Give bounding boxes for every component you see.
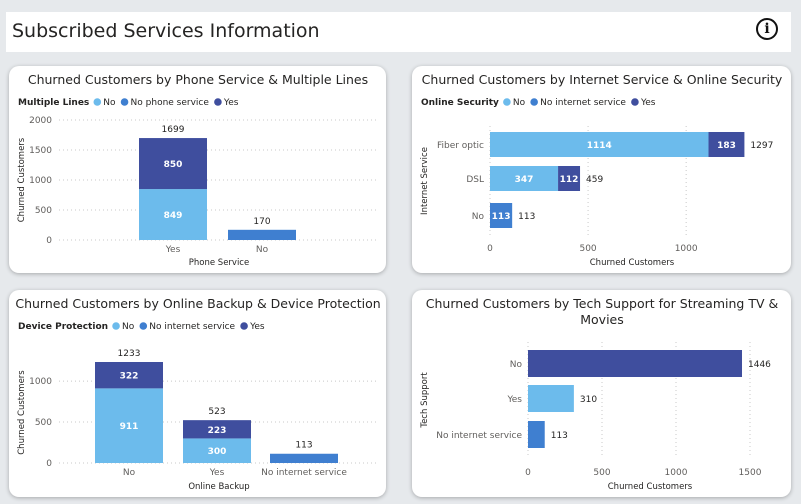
total-label: 1297 — [750, 141, 773, 151]
y-tick-label: 500 — [35, 418, 52, 428]
x-tick-label: No — [256, 245, 269, 255]
y-tick-label: 1000 — [29, 176, 52, 186]
x-axis-label: Phone Service — [189, 258, 249, 268]
x-tick-label: 1000 — [665, 468, 688, 478]
x-tick-label: Yes — [209, 468, 225, 478]
legend-label-no: No — [103, 98, 116, 108]
segment-label: 1114 — [587, 141, 612, 151]
bar-no-no-phone-service — [228, 229, 296, 240]
legend-marker-no-internet-service — [530, 98, 538, 106]
chart-phone-service-multiple-lines: Churned Customers by Phone Service & Mul… — [9, 66, 386, 273]
legend-label-no-internet-service: No internet service — [540, 98, 626, 108]
legend-marker-no-phone-service — [120, 98, 129, 106]
legend-label-yes: Yes — [249, 322, 265, 332]
legend-label-no: No — [122, 322, 135, 332]
total-label: 113 — [295, 441, 312, 451]
segment-label: 322 — [120, 372, 139, 382]
segment-label: 300 — [208, 447, 227, 457]
chart-title: Movies — [580, 312, 624, 327]
segment-label: 223 — [208, 426, 227, 436]
bar-no — [528, 350, 743, 377]
x-tick-label: 0 — [525, 468, 531, 478]
x-tick-label: 0 — [487, 244, 493, 254]
y-tick-label: 0 — [46, 236, 52, 246]
total-label: 113 — [551, 431, 568, 441]
x-tick-label: Yes — [165, 245, 181, 255]
y-tick-label: 1500 — [29, 146, 52, 156]
legend-marker-yes — [631, 98, 639, 106]
x-axis-label: Online Backup — [188, 482, 249, 492]
x-tick-label: 500 — [579, 244, 596, 254]
segment-label: 911 — [120, 422, 139, 432]
x-tick-label: 1000 — [675, 244, 698, 254]
y-tick-label: 1000 — [29, 377, 52, 387]
legend-marker-no-internet-service — [139, 322, 148, 330]
x-axis-label: Churned Customers — [590, 258, 675, 268]
y-tick-label: 2000 — [29, 116, 52, 126]
y-axis-label: Internet Service — [420, 147, 430, 215]
legend-label-yes: Yes — [223, 98, 239, 108]
info-icon[interactable]: i — [756, 18, 778, 40]
legend-title: Device Protection — [18, 322, 108, 332]
chart-online-backup-device-protection: Churned Customers by Online Backup & Dev… — [9, 290, 386, 497]
legend-title: Multiple Lines — [18, 98, 89, 108]
legend-label-no-phone-service: No phone service — [131, 98, 210, 108]
y-tick-label: No — [510, 360, 523, 370]
chart-internet-service-online-security: Churned Customers by Internet Service & … — [412, 66, 791, 273]
y-tick-label: DSL — [466, 175, 484, 185]
x-tick-label: 500 — [593, 468, 610, 478]
bar-no-internet-service — [528, 421, 545, 448]
legend-title: Online Security — [421, 98, 499, 108]
legend-label-no: No — [513, 98, 526, 108]
x-tick-label: No — [123, 468, 136, 478]
page-header: Subscribed Services Information — [6, 12, 791, 52]
total-label: 459 — [586, 175, 603, 185]
segment-label: 850 — [164, 160, 183, 170]
total-label: 113 — [518, 212, 535, 222]
chart-svg: Churned Customers by Online Backup & Dev… — [15, 296, 380, 492]
chart-svg: Churned Customers by Tech Support for St… — [420, 296, 779, 492]
page-title: Subscribed Services Information — [12, 20, 320, 42]
total-label: 170 — [253, 217, 270, 227]
y-tick-label: Fiber optic — [437, 141, 484, 151]
total-label: 1699 — [162, 125, 185, 135]
legend-marker-yes — [214, 98, 222, 106]
segment-label: 113 — [492, 212, 511, 222]
x-tick-label: 1500 — [739, 468, 762, 478]
segment-label: 347 — [515, 175, 534, 185]
total-label: 310 — [580, 395, 597, 405]
chart-tech-support-streaming: Churned Customers by Tech Support for St… — [412, 290, 791, 497]
legend-marker-no — [93, 98, 102, 106]
chart-title: Churned Customers by Phone Service & Mul… — [28, 72, 368, 87]
y-tick-label: Yes — [506, 395, 522, 405]
segment-label: 112 — [560, 175, 579, 185]
chart-svg: Churned Customers by Internet Service & … — [420, 72, 783, 268]
total-label: 523 — [208, 407, 225, 417]
y-tick-label: 0 — [46, 459, 52, 469]
y-tick-label: No internet service — [436, 431, 522, 441]
y-axis-label: Tech Support — [420, 372, 430, 429]
legend-marker-no — [112, 322, 120, 330]
chart-title: Churned Customers by Online Backup & Dev… — [15, 296, 380, 311]
total-label: 1233 — [118, 349, 141, 359]
y-tick-label: No — [472, 212, 485, 222]
x-tick-label: No internet service — [261, 468, 347, 478]
y-tick-label: 500 — [35, 206, 52, 216]
bar-no-internet-service-no-internet-service — [270, 453, 338, 463]
total-label: 1446 — [748, 360, 771, 370]
legend-marker-yes — [240, 322, 248, 330]
legend-label-yes: Yes — [640, 98, 656, 108]
bar-yes — [528, 385, 574, 412]
y-axis-label: Churned Customers — [17, 370, 27, 455]
chart-svg: Churned Customers by Phone Service & Mul… — [17, 72, 379, 268]
legend-marker-no — [503, 98, 511, 106]
segment-label: 183 — [717, 141, 736, 151]
y-axis-label: Churned Customers — [17, 137, 27, 222]
x-axis-label: Churned Customers — [608, 482, 693, 492]
legend-label-no-internet-service: No internet service — [149, 322, 235, 332]
chart-title: Churned Customers by Tech Support for St… — [426, 296, 779, 311]
chart-title: Churned Customers by Internet Service & … — [422, 72, 783, 87]
segment-label: 849 — [164, 211, 183, 221]
